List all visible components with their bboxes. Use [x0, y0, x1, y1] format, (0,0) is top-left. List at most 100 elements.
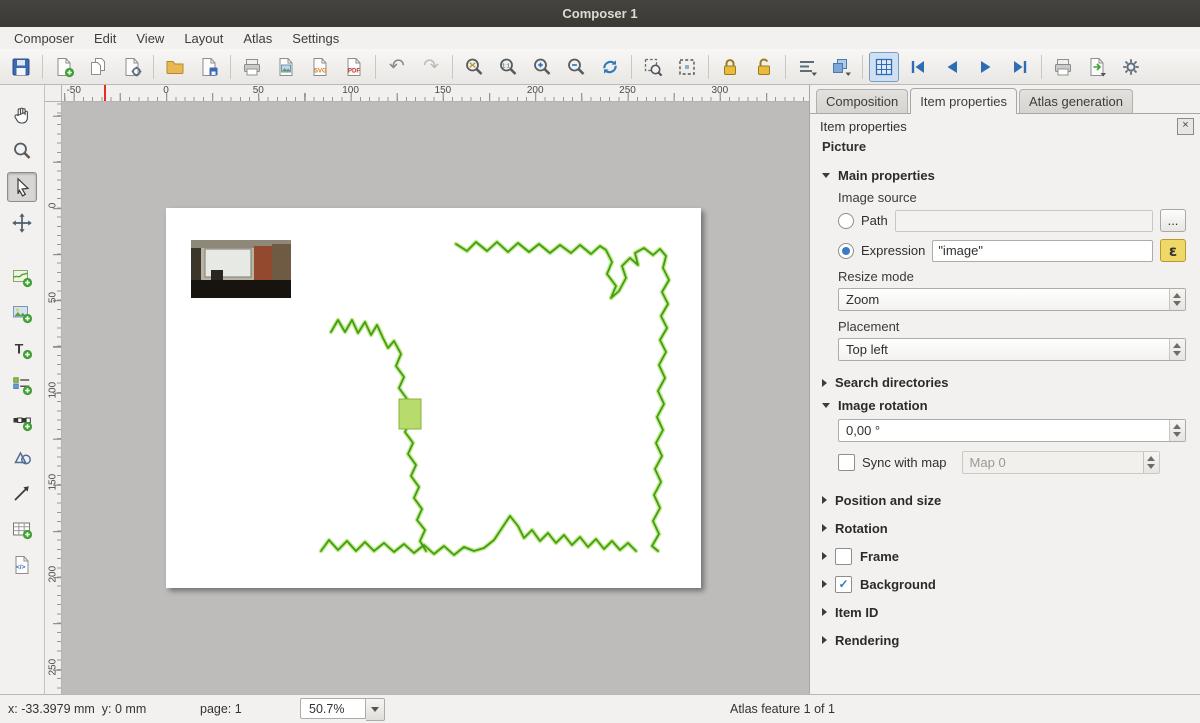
svg-text:T: T	[15, 341, 24, 357]
zoom-to-region-icon[interactable]	[638, 52, 668, 82]
undo-icon[interactable]: ↶	[382, 52, 412, 82]
save-as-template-icon[interactable]	[194, 52, 224, 82]
zoom-actual-size-icon[interactable]: 1:1	[493, 52, 523, 82]
menu-item-atlas[interactable]: Atlas	[233, 29, 282, 48]
select-region-icon[interactable]	[672, 52, 702, 82]
move-item-content-icon[interactable]	[7, 208, 37, 238]
menu-item-edit[interactable]: Edit	[84, 29, 126, 48]
resize-mode-select[interactable]: Zoom	[838, 288, 1186, 311]
panel-content: Main properties Image source Path ... Ex…	[810, 156, 1200, 694]
expression-radio[interactable]	[838, 243, 854, 259]
add-attribute-table-icon[interactable]	[7, 514, 37, 544]
map-select[interactable]: Map 0	[962, 451, 1160, 474]
dropdown-arrows-icon	[1169, 289, 1185, 310]
add-image-icon[interactable]	[7, 298, 37, 328]
horizontal-ruler[interactable]: -50050100150200250300	[61, 85, 809, 102]
page-indicator: page: 1	[200, 702, 242, 716]
toolbar-separator	[708, 55, 709, 79]
atlas-preview-toggle-icon[interactable]	[869, 52, 899, 82]
save-project-icon[interactable]	[6, 52, 36, 82]
section-rendering[interactable]: Rendering	[822, 626, 1186, 654]
path-radio[interactable]	[838, 213, 854, 229]
export-atlas-dropdown-icon[interactable]	[1082, 52, 1112, 82]
lock-items-icon[interactable]	[715, 52, 745, 82]
placement-select[interactable]: Top left	[838, 338, 1186, 361]
panel-close-icon[interactable]: ×	[1177, 118, 1194, 135]
frame-checkbox[interactable]	[835, 548, 852, 565]
expression-builder-button[interactable]: ε	[1160, 239, 1186, 262]
ruler-label: 150	[48, 474, 59, 490]
load-from-template-icon[interactable]	[160, 52, 190, 82]
section-background[interactable]: ✓ Background	[822, 570, 1186, 598]
export-svg-icon[interactable]: SVG	[305, 52, 335, 82]
background-checkbox[interactable]: ✓	[835, 576, 852, 593]
zoom-level-combo[interactable]: 50.7%	[300, 698, 385, 719]
vertical-ruler[interactable]: 050100150200250	[45, 101, 62, 694]
pan-tool-icon[interactable]	[7, 100, 37, 130]
zoom-dropdown-button[interactable]	[366, 698, 385, 721]
menu-item-layout[interactable]: Layout	[174, 29, 233, 48]
browse-button[interactable]: ...	[1160, 209, 1186, 232]
atlas-previous-feature-icon[interactable]	[937, 52, 967, 82]
ruler-label: -50	[66, 85, 80, 96]
select-move-item-icon[interactable]	[7, 172, 37, 202]
add-new-map-icon[interactable]	[7, 262, 37, 292]
section-position-and-size[interactable]: Position and size	[822, 486, 1186, 514]
section-main-properties[interactable]: Main properties	[822, 168, 1186, 183]
composition-page[interactable]	[166, 208, 701, 588]
spinner-arrows-icon[interactable]	[1169, 420, 1185, 441]
picture-item[interactable]	[191, 240, 291, 298]
rotation-spinbox[interactable]: 0,00 °	[838, 419, 1186, 442]
print-atlas-icon[interactable]	[1048, 52, 1078, 82]
sync-with-map-checkbox[interactable]	[838, 454, 855, 471]
menu-item-view[interactable]: View	[126, 29, 174, 48]
atlas-next-feature-icon[interactable]	[971, 52, 1001, 82]
highlighted-atlas-feature	[399, 399, 421, 429]
align-items-dropdown-icon[interactable]	[792, 52, 822, 82]
duplicate-composer-icon[interactable]	[83, 52, 113, 82]
section-item-id[interactable]: Item ID	[822, 598, 1186, 626]
zoom-out-icon[interactable]	[561, 52, 591, 82]
tab-atlas-generation[interactable]: Atlas generation	[1019, 89, 1133, 113]
atlas-feature-indicator: Atlas feature 1 of 1	[730, 702, 835, 716]
ruler-label: 150	[435, 85, 452, 96]
section-image-rotation[interactable]: Image rotation	[822, 398, 1186, 413]
add-label-icon[interactable]: T	[7, 334, 37, 364]
export-image-icon[interactable]	[271, 52, 301, 82]
menu-item-composer[interactable]: Composer	[4, 29, 84, 48]
toolbar-separator	[785, 55, 786, 79]
path-input[interactable]	[895, 210, 1153, 232]
section-search-directories[interactable]: Search directories	[822, 375, 1186, 390]
panel-tabs: Composition Item properties Atlas genera…	[810, 85, 1200, 114]
new-composer-icon[interactable]	[49, 52, 79, 82]
resize-mode-label: Resize mode	[838, 269, 1186, 284]
tab-composition[interactable]: Composition	[816, 89, 908, 113]
zoom-full-icon[interactable]	[459, 52, 489, 82]
arrange-items-dropdown-icon[interactable]	[826, 52, 856, 82]
ruler-label: 300	[711, 85, 728, 96]
unlock-items-icon[interactable]	[749, 52, 779, 82]
zoom-in-icon[interactable]	[527, 52, 557, 82]
composition-canvas[interactable]	[61, 101, 809, 694]
zoom-tool-icon[interactable]	[7, 136, 37, 166]
print-icon[interactable]	[237, 52, 267, 82]
section-rotation[interactable]: Rotation	[822, 514, 1186, 542]
add-arrow-icon[interactable]	[7, 478, 37, 508]
add-scalebar-icon[interactable]	[7, 406, 37, 436]
composer-manager-icon[interactable]	[117, 52, 147, 82]
menu-item-settings[interactable]: Settings	[282, 29, 349, 48]
toolbar-separator	[631, 55, 632, 79]
atlas-first-feature-icon[interactable]	[903, 52, 933, 82]
refresh-view-icon[interactable]	[595, 52, 625, 82]
atlas-last-feature-icon[interactable]	[1005, 52, 1035, 82]
chevron-down-icon	[371, 707, 379, 712]
add-html-frame-icon[interactable]: </>	[7, 550, 37, 580]
atlas-settings-icon[interactable]	[1116, 52, 1146, 82]
redo-icon[interactable]: ↷	[416, 52, 446, 82]
section-frame[interactable]: Frame	[822, 542, 1186, 570]
add-basic-shape-icon[interactable]	[7, 442, 37, 472]
tab-item-properties[interactable]: Item properties	[910, 88, 1017, 114]
expression-input[interactable]	[932, 240, 1153, 262]
export-pdf-icon[interactable]: PDF	[339, 52, 369, 82]
add-legend-icon[interactable]	[7, 370, 37, 400]
